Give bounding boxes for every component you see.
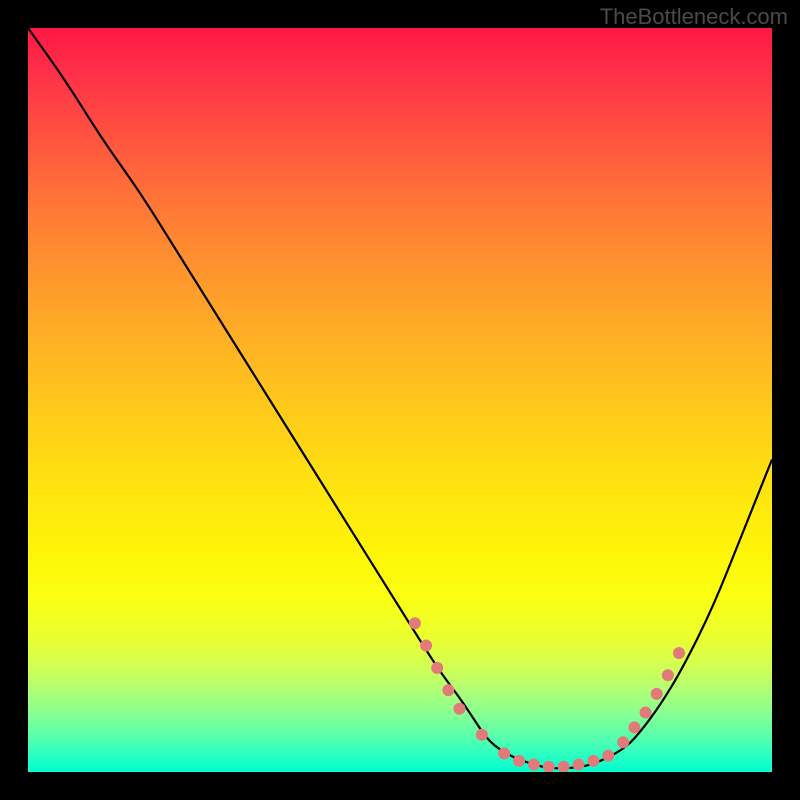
marker-dot [420,640,432,652]
marker-dot [476,729,488,741]
chart-plot-area [28,28,772,772]
marker-dot [409,617,421,629]
marker-dot [558,761,570,772]
marker-dot [673,647,685,659]
bottleneck-curve-path [28,28,772,768]
marker-dot [640,706,652,718]
marker-dot [528,759,540,771]
marker-dot [498,747,510,759]
watermark-text: TheBottleneck.com [600,4,788,30]
marker-dot [543,761,555,772]
marker-dot [513,755,525,767]
marker-dot [587,755,599,767]
marker-dot [662,669,674,681]
marker-dot [573,759,585,771]
marker-dot [617,736,629,748]
marker-dot [651,688,663,700]
marker-dot [454,703,466,715]
marker-dot [431,662,443,674]
chart-svg-layer [28,28,772,772]
marker-dot [628,721,640,733]
marker-dot [442,684,454,696]
marker-dot [602,750,614,762]
marker-dots-group [409,617,685,772]
